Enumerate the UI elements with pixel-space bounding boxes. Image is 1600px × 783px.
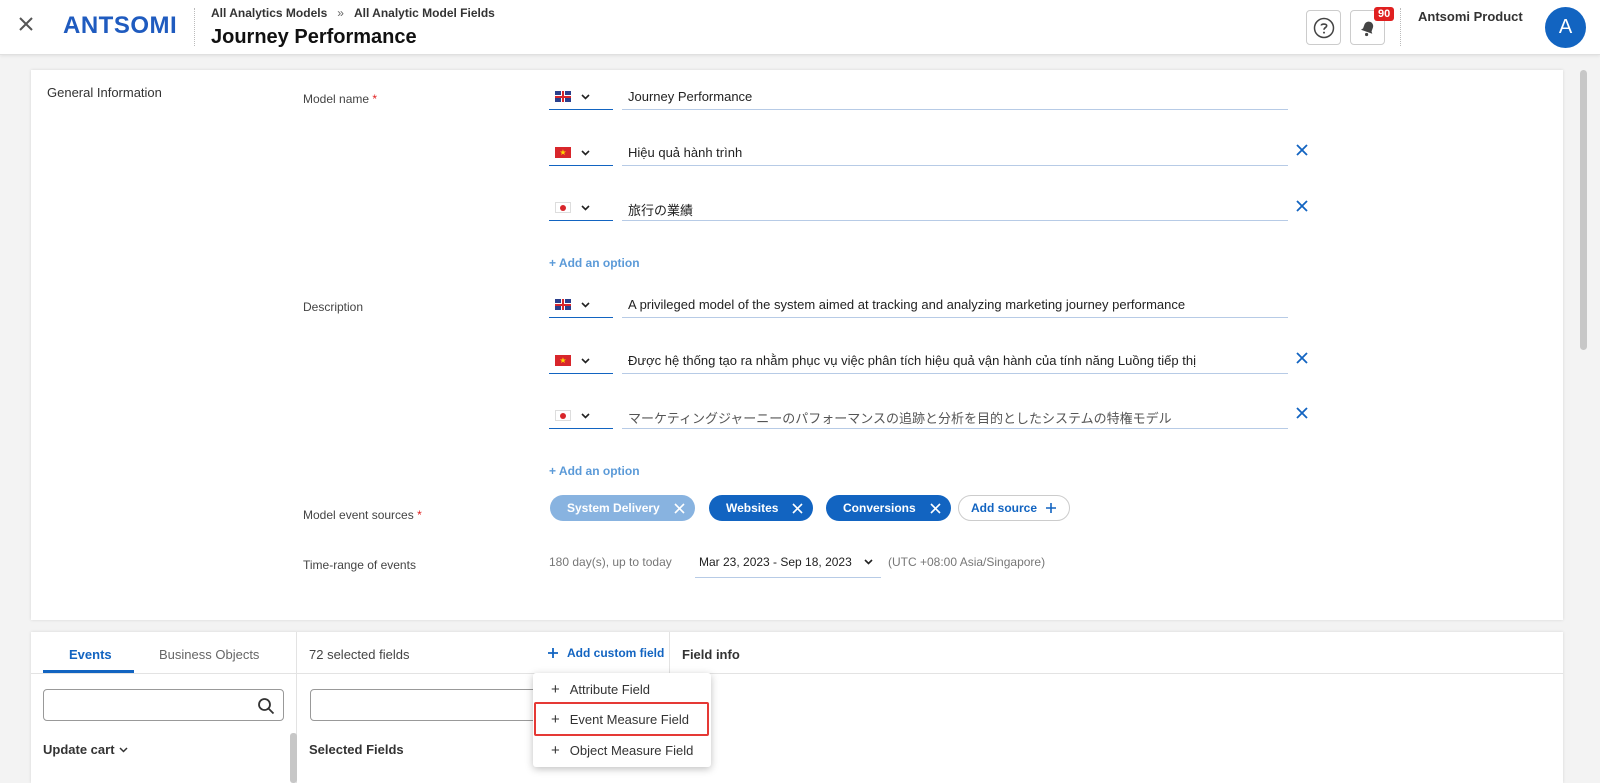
page-title: Journey Performance <box>211 26 417 48</box>
add-source-button[interactable]: Add source <box>958 495 1071 521</box>
add-custom-field-label: Add custom field <box>567 646 665 660</box>
language-select-vi[interactable]: ★ <box>549 348 613 374</box>
remove-source-icon[interactable] <box>674 502 685 514</box>
field-search-input[interactable] <box>310 689 540 721</box>
description-en-input[interactable]: A privileged model of the system aimed a… <box>622 292 1288 318</box>
remove-option-icon[interactable] <box>1295 351 1309 365</box>
description-ja-input[interactable]: マーケティングジャーニーのパフォーマンスの追跡と分析を目的としたシステムの特権モ… <box>622 403 1288 429</box>
selected-fields-count: 72 selected fields <box>309 647 410 662</box>
language-select-en[interactable] <box>549 292 613 318</box>
user-name[interactable]: Antsomi Product <box>1418 9 1523 24</box>
avatar[interactable]: A <box>1545 7 1586 48</box>
source-chip-label: System Delivery <box>567 501 660 515</box>
uk-flag-icon <box>555 299 571 310</box>
add-description-option-link[interactable]: + Add an option <box>549 464 640 478</box>
plus-icon: + <box>551 680 560 698</box>
plus-icon <box>1046 503 1057 513</box>
model-name-ja-input[interactable]: 旅行の業績 <box>622 195 1288 221</box>
event-group-update-cart[interactable]: Update cart <box>43 742 128 757</box>
source-chip-label: Websites <box>726 501 779 515</box>
model-name-label: Model name * <box>303 92 378 106</box>
vietnam-flag-icon: ★ <box>555 147 571 158</box>
menu-item-object-measure-field[interactable]: + Object Measure Field <box>533 735 711 765</box>
plus-icon: + <box>551 741 560 759</box>
menu-item-label: Object Measure Field <box>569 742 694 758</box>
source-chip-label: Conversions <box>843 501 916 515</box>
breadcrumb-item-models[interactable]: All Analytics Models <box>211 6 327 20</box>
language-select-ja[interactable] <box>549 195 613 221</box>
model-name-en-input[interactable]: Journey Performance <box>622 84 1288 110</box>
language-select-vi[interactable]: ★ <box>549 140 613 166</box>
notification-badge: 90 <box>1374 7 1395 21</box>
event-search-input[interactable] <box>43 689 284 721</box>
header-divider <box>1400 8 1401 46</box>
plus-icon: + <box>551 710 560 728</box>
chevron-down-icon <box>581 412 590 419</box>
event-list-scrollbar[interactable] <box>290 733 297 783</box>
chevron-down-icon <box>581 357 590 364</box>
japan-flag-icon <box>555 202 571 213</box>
remove-option-icon[interactable] <box>1295 199 1309 213</box>
antsomi-logo: ANTSOMI <box>63 12 178 39</box>
menu-item-label: Attribute Field <box>569 681 650 697</box>
add-source-label: Add source <box>971 501 1038 515</box>
chevron-down-icon <box>119 746 128 753</box>
date-range-value: Mar 23, 2023 - Sep 18, 2023 <box>699 554 852 569</box>
panel-divider <box>31 673 1563 674</box>
uk-flag-icon <box>555 91 571 102</box>
add-name-option-link[interactable]: + Add an option <box>549 256 640 270</box>
menu-item-label: Event Measure Field <box>569 711 689 727</box>
add-custom-field-button[interactable]: Add custom field <box>547 646 664 660</box>
remove-option-icon[interactable] <box>1295 406 1309 420</box>
time-range-label: Time-range of events <box>303 558 416 572</box>
vietnam-flag-icon: ★ <box>555 355 571 366</box>
section-title: General Information <box>47 85 162 100</box>
remove-source-icon[interactable] <box>792 502 804 514</box>
breadcrumb: All Analytics Models » All Analytic Mode… <box>211 6 495 20</box>
source-chip-websites: Websites <box>709 495 814 521</box>
plus-icon <box>548 648 558 658</box>
remove-option-icon[interactable] <box>1295 143 1309 157</box>
chevron-down-icon <box>581 301 590 308</box>
description-vi-input[interactable]: Được hệ thống tạo ra nhằm phục vụ việc p… <box>622 348 1288 374</box>
menu-item-attribute-field[interactable]: + Attribute Field <box>533 674 711 704</box>
source-chip-conversions: Conversions <box>826 495 951 521</box>
tab-events[interactable]: Events <box>69 647 112 662</box>
description-label: Description <box>303 300 364 314</box>
remove-source-icon[interactable] <box>930 502 941 514</box>
chevron-down-icon <box>581 93 590 100</box>
panel-divider <box>669 632 670 674</box>
source-chip-system-delivery: System Delivery <box>550 495 695 521</box>
menu-item-event-measure-field[interactable]: + Event Measure Field <box>533 704 711 734</box>
breadcrumb-separator: » <box>337 6 344 20</box>
chevron-down-icon <box>581 204 590 211</box>
model-name-vi-input[interactable]: Hiệu quả hành trình <box>622 140 1288 166</box>
japan-flag-icon <box>555 410 571 421</box>
logo-text: ANTSOMI <box>63 12 178 39</box>
timezone-label: (UTC +08:00 Asia/Singapore) <box>888 555 1046 569</box>
tab-business-objects[interactable]: Business Objects <box>159 647 259 662</box>
header-divider <box>194 8 195 46</box>
breadcrumb-item-fields[interactable]: All Analytic Model Fields <box>354 6 495 20</box>
app-header: ANTSOMI All Analytics Models » All Analy… <box>0 0 1600 55</box>
language-select-en[interactable] <box>549 84 613 110</box>
chevron-down-icon <box>864 558 873 565</box>
page-scrollbar[interactable] <box>1580 70 1587 350</box>
help-icon <box>1313 17 1334 38</box>
selected-fields-heading: Selected Fields <box>309 742 404 757</box>
help-button[interactable] <box>1306 10 1341 45</box>
date-range-select[interactable]: Mar 23, 2023 - Sep 18, 2023 <box>695 546 881 578</box>
time-range-info: 180 day(s), up to today <box>549 555 672 569</box>
search-icon[interactable] <box>257 697 275 715</box>
event-sources-label: Model event sources * <box>303 508 422 522</box>
event-group-label: Update cart <box>43 742 115 757</box>
language-select-ja[interactable] <box>549 403 613 429</box>
chevron-down-icon <box>581 149 590 156</box>
field-info-title: Field info <box>682 647 740 662</box>
close-icon[interactable] <box>14 12 38 36</box>
